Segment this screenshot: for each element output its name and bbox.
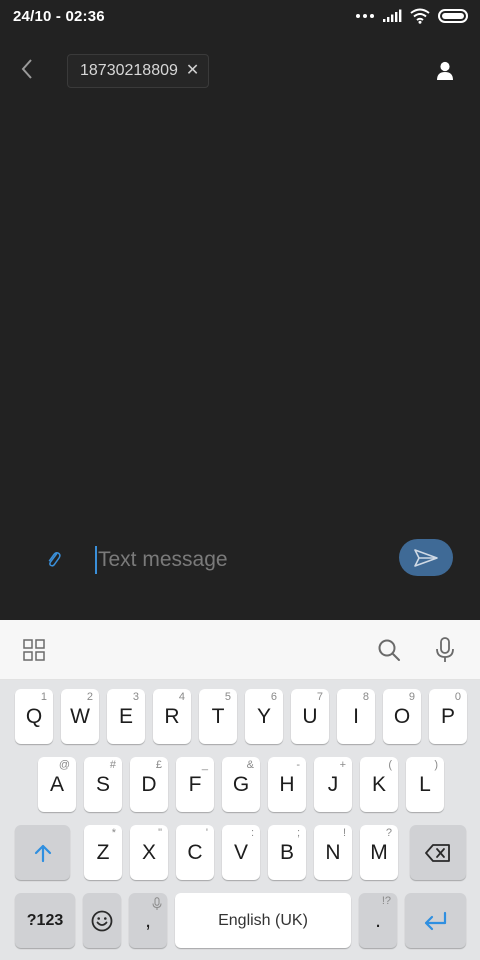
remove-recipient-icon[interactable]: ✕ bbox=[186, 63, 199, 79]
key-s[interactable]: S # bbox=[84, 757, 122, 812]
key-m[interactable]: M? bbox=[360, 825, 398, 880]
back-button[interactable] bbox=[12, 54, 42, 84]
key-y[interactable]: Y6 bbox=[245, 689, 283, 744]
contact-button[interactable] bbox=[430, 56, 460, 86]
keyboard-apps-button[interactable] bbox=[19, 635, 49, 665]
microphone-icon bbox=[436, 637, 454, 662]
key-l[interactable]: L) bbox=[406, 757, 444, 812]
recipient-number: 18730218809 bbox=[80, 62, 178, 79]
key-t[interactable]: T5 bbox=[199, 689, 237, 744]
enter-icon bbox=[424, 911, 446, 930]
message-input[interactable]: Text message bbox=[95, 542, 385, 578]
key-n[interactable]: N! bbox=[314, 825, 352, 880]
symbols-key[interactable]: ?123 bbox=[15, 893, 75, 948]
key-f[interactable]: F _ bbox=[176, 757, 214, 812]
chevron-left-icon bbox=[21, 59, 32, 79]
key-a[interactable]: A @ bbox=[38, 757, 76, 812]
keyboard: Q1 W2 E3 R4 T5 Y6 U7 I8 O9 P0 A @ S # D £ F… bbox=[0, 680, 480, 960]
space-key[interactable]: English (UK) bbox=[175, 893, 351, 948]
send-button[interactable] bbox=[399, 539, 453, 576]
attach-button[interactable] bbox=[42, 546, 66, 574]
key-z[interactable]: Z * bbox=[84, 825, 122, 880]
key-c[interactable]: C ' bbox=[176, 825, 214, 880]
period-key[interactable]: . !? bbox=[359, 893, 397, 948]
signal-icon bbox=[383, 9, 402, 22]
search-icon bbox=[378, 639, 400, 661]
wifi-icon bbox=[410, 8, 430, 24]
conversation-header: 18730218809 ✕ bbox=[0, 40, 480, 100]
shift-key[interactable] bbox=[15, 825, 70, 880]
key-k[interactable]: K( bbox=[360, 757, 398, 812]
key-u[interactable]: U7 bbox=[291, 689, 329, 744]
key-r[interactable]: R4 bbox=[153, 689, 191, 744]
person-icon bbox=[437, 61, 453, 80]
key-b[interactable]: B; bbox=[268, 825, 306, 880]
battery-icon bbox=[438, 9, 468, 23]
emoji-key[interactable] bbox=[83, 893, 121, 948]
message-placeholder: Text message bbox=[98, 548, 228, 571]
keyboard-search-button[interactable] bbox=[374, 635, 404, 665]
backspace-key[interactable] bbox=[410, 825, 466, 880]
grid-icon bbox=[23, 639, 45, 661]
shift-arrow-icon bbox=[34, 844, 51, 862]
key-h[interactable]: H- bbox=[268, 757, 306, 812]
paperclip-icon bbox=[48, 552, 61, 567]
status-icons bbox=[356, 8, 468, 24]
key-p[interactable]: P0 bbox=[429, 689, 467, 744]
space-label: English (UK) bbox=[218, 911, 308, 929]
status-bar: 24/10 - 02:36 bbox=[0, 0, 480, 34]
keyboard-toolbar bbox=[0, 620, 480, 680]
key-j[interactable]: J + bbox=[314, 757, 352, 812]
key-d[interactable]: D £ bbox=[130, 757, 168, 812]
send-icon bbox=[414, 548, 438, 567]
more-notifications-icon bbox=[356, 14, 374, 18]
key-v[interactable]: V: bbox=[222, 825, 260, 880]
key-x[interactable]: X " bbox=[130, 825, 168, 880]
text-caret bbox=[95, 546, 97, 574]
mic-small-icon bbox=[152, 897, 162, 910]
key-q[interactable]: Q1 bbox=[15, 689, 53, 744]
comma-key[interactable]: , bbox=[129, 893, 167, 948]
symbols-label: ?123 bbox=[26, 911, 64, 929]
key-e[interactable]: E3 bbox=[107, 689, 145, 744]
key-o[interactable]: O9 bbox=[383, 689, 421, 744]
recipient-chip[interactable]: 18730218809 ✕ bbox=[67, 54, 210, 88]
key-w[interactable]: W2 bbox=[61, 689, 99, 744]
emoji-icon bbox=[91, 910, 113, 931]
message-composer: Text message bbox=[0, 530, 480, 590]
voice-input-button[interactable] bbox=[430, 635, 460, 665]
key-g[interactable]: G & bbox=[222, 757, 260, 812]
key-i[interactable]: I8 bbox=[337, 689, 375, 744]
enter-key[interactable] bbox=[405, 893, 466, 948]
status-time: 24/10 - 02:36 bbox=[13, 8, 105, 25]
backspace-icon bbox=[425, 843, 450, 862]
